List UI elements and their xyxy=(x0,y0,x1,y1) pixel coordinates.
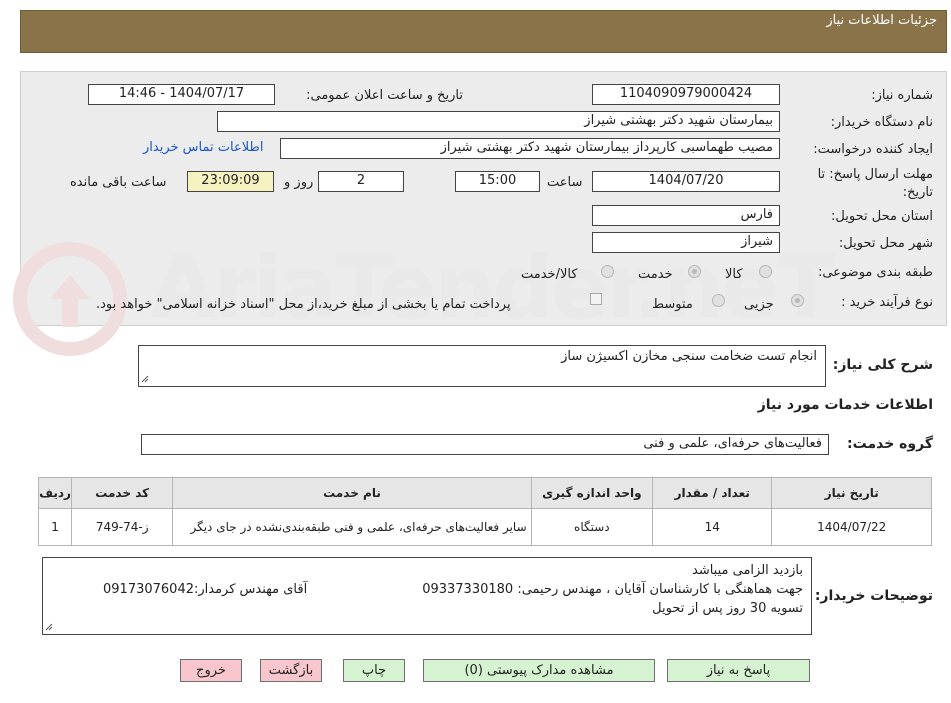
need-number-field: 1104090979000424 xyxy=(592,84,780,105)
category-goods-radio[interactable] xyxy=(759,265,772,278)
page-title: جزئیات اطلاعات نیاز xyxy=(826,13,937,28)
resize-grip-icon[interactable] xyxy=(45,623,53,631)
announce-date-field: 1404/07/17 - 14:46 xyxy=(88,84,275,105)
service-group-label: گروه خدمت: xyxy=(847,436,933,452)
services-title: اطلاعات خدمات مورد نیاز xyxy=(757,397,933,413)
buyer-notes-line1: بازدید الزامی میباشد xyxy=(692,563,803,578)
resize-grip-icon[interactable] xyxy=(141,375,149,383)
category-service-radio[interactable] xyxy=(688,265,701,278)
city-label: شهر محل تحویل: xyxy=(838,236,933,251)
province-field: فارس xyxy=(592,205,780,226)
category-goods-service-radio[interactable] xyxy=(601,265,614,278)
buyer-contact-link[interactable]: اطلاعات تماس خریدار xyxy=(143,140,263,155)
col-need-date: تاریخ نیاز xyxy=(771,477,932,509)
process-medium-radio[interactable] xyxy=(712,294,725,307)
col-unit: واحد اندازه گیری xyxy=(530,477,654,509)
buyer-notes-label: توضیحات خریدار: xyxy=(814,588,933,604)
table-row: 1404/07/22 14 دستگاه سایر فعالیت‌های حرف… xyxy=(37,508,932,546)
summary-textarea: انجام تست ضخامت سنجی مخازن اکسیژن ساز xyxy=(138,345,826,387)
reply-button[interactable]: پاسخ به نیاز xyxy=(667,659,810,682)
buyer-notes-line2-right: جهت هماهنگی با کارشناسان آقایان ، مهندس … xyxy=(422,582,803,597)
days-remaining-field: 2 xyxy=(318,171,404,192)
print-button[interactable]: چاپ xyxy=(343,659,405,682)
buyer-notes-line3: تسویه 30 روز پس از تحویل xyxy=(652,601,803,616)
back-button[interactable]: بازگشت xyxy=(260,659,322,682)
view-attachments-button[interactable]: مشاهده مدارک پیوستی (0) xyxy=(423,659,655,682)
category-service-label: خدمت xyxy=(638,267,673,282)
remaining-time-field: 23:09:09 xyxy=(187,171,274,192)
cell-row-number: 1 xyxy=(37,508,73,546)
deadline-time-label: ساعت xyxy=(547,175,583,190)
category-label: طبقه بندی موضوعی: xyxy=(817,265,933,280)
category-goods-label: کالا xyxy=(725,267,743,282)
treasury-payment-note: پرداخت تمام یا بخشی از مبلغ خرید،از محل … xyxy=(96,297,511,312)
cell-need-date: 1404/07/22 xyxy=(771,508,932,546)
remaining-time-label: ساعت باقی مانده xyxy=(70,175,167,190)
requester-label: ایجاد کننده درخواست: xyxy=(813,142,933,157)
cell-quantity: 14 xyxy=(652,508,773,546)
table-header-row: تاریخ نیاز تعداد / مقدار واحد اندازه گیر… xyxy=(37,477,932,509)
col-service-code: کد خدمت xyxy=(71,477,174,509)
page-header xyxy=(20,10,947,53)
buyer-notes-textarea: بازدید الزامی میباشد جهت هماهنگی با کارش… xyxy=(42,557,812,635)
announce-date-label: تاریخ و ساعت اعلان عمومی: xyxy=(306,88,463,103)
cell-service-code: ز-74-749 xyxy=(71,508,174,546)
col-row-number: ردیف xyxy=(37,477,73,509)
buyer-org-field: بیمارستان شهید دکتر بهشتی شیراز xyxy=(217,111,780,132)
deadline-label: مهلت ارسال پاسخ: تا تاریخ: xyxy=(817,167,933,200)
city-field: شیراز xyxy=(592,232,780,253)
process-minor-label: جزیی xyxy=(744,297,774,312)
deadline-time-field: 15:00 xyxy=(455,171,540,192)
cell-unit: دستگاه xyxy=(530,508,654,546)
buyer-org-label: نام دستگاه خریدار: xyxy=(830,115,933,130)
category-goods-service-label: کالا/خدمت xyxy=(521,267,578,282)
services-table: تاریخ نیاز تعداد / مقدار واحد اندازه گیر… xyxy=(37,477,932,546)
exit-button[interactable]: خروج xyxy=(180,659,242,682)
watermark-text: AriaTender.neT xyxy=(150,238,835,338)
cell-service-name: سایر فعالیت‌های حرفه‌ای، علمی و فنی طبقه… xyxy=(172,508,532,546)
deadline-date-field: 1404/07/20 xyxy=(592,171,780,192)
service-group-field: فعالیت‌های حرفه‌ای، علمی و فنی xyxy=(141,434,829,455)
summary-label: شرح کلی نیاز: xyxy=(832,357,933,373)
days-label: روز و xyxy=(284,175,314,190)
process-minor-radio[interactable] xyxy=(791,294,804,307)
need-number-label: شماره نیاز: xyxy=(871,88,933,103)
col-service-name: نام خدمت xyxy=(172,477,532,509)
province-label: استان محل تحویل: xyxy=(831,209,933,224)
treasury-payment-checkbox[interactable] xyxy=(590,293,602,305)
process-medium-label: متوسط xyxy=(652,297,693,312)
summary-text: انجام تست ضخامت سنجی مخازن اکسیژن ساز xyxy=(561,349,817,364)
col-quantity: تعداد / مقدار xyxy=(652,477,773,509)
requester-field: مصیب طهماسبی کارپرداز بیمارستان شهید دکت… xyxy=(280,138,780,159)
buyer-notes-line2-left: آقای مهندس کرمدار:09173076042 xyxy=(103,582,308,597)
process-label: نوع فرآیند خرید : xyxy=(841,295,933,310)
